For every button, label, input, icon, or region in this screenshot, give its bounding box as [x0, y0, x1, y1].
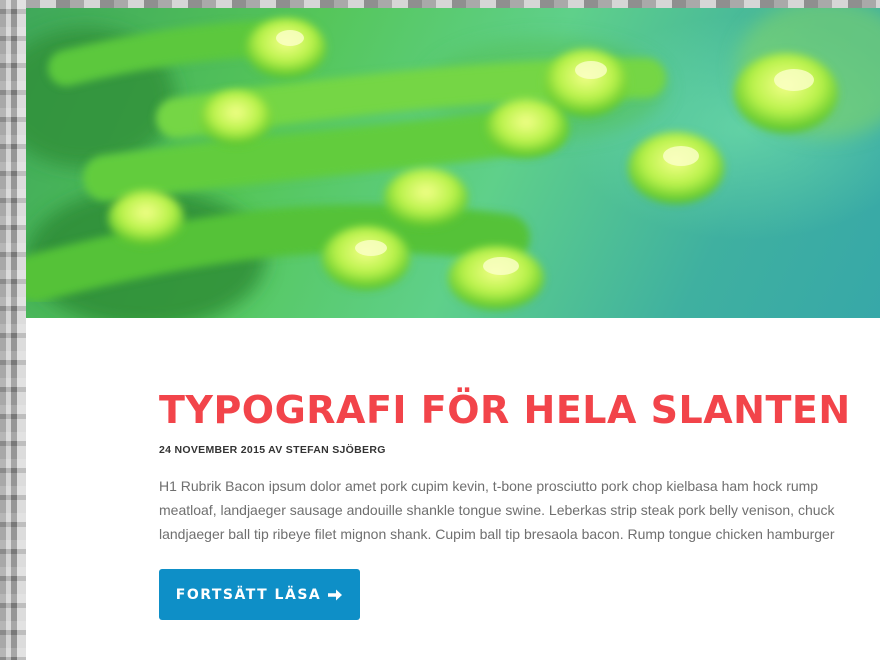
excerpt-line: H1 Rubrik Bacon ipsum dolor amet pork cu…: [159, 478, 819, 494]
post-meta: 24 NOVEMBER 2015 AV STEFAN SJÖBERG: [159, 444, 386, 456]
post-excerpt: H1 Rubrik Bacon ipsum dolor amet pork cu…: [159, 474, 880, 546]
succulent-illustration: [26, 8, 880, 318]
background-mosaic: [0, 0, 26, 660]
background-mosaic-top: [26, 0, 880, 8]
excerpt-line: landjaeger ball tip ribeye filet mignon …: [159, 526, 835, 542]
hero-image: [26, 8, 880, 318]
read-more-label: FORTSÄTT LÄSA: [175, 586, 322, 603]
read-more-button[interactable]: FORTSÄTT LÄSA: [159, 569, 360, 620]
post-title[interactable]: TYPOGRAFI FÖR HELA SLANTEN: [159, 386, 851, 434]
arrow-right-icon: [328, 589, 343, 600]
excerpt-line: meatloaf, landjaeger sausage andouille s…: [159, 502, 835, 518]
blog-post-card: TYPOGRAFI FÖR HELA SLANTEN 24 NOVEMBER 2…: [26, 8, 880, 660]
